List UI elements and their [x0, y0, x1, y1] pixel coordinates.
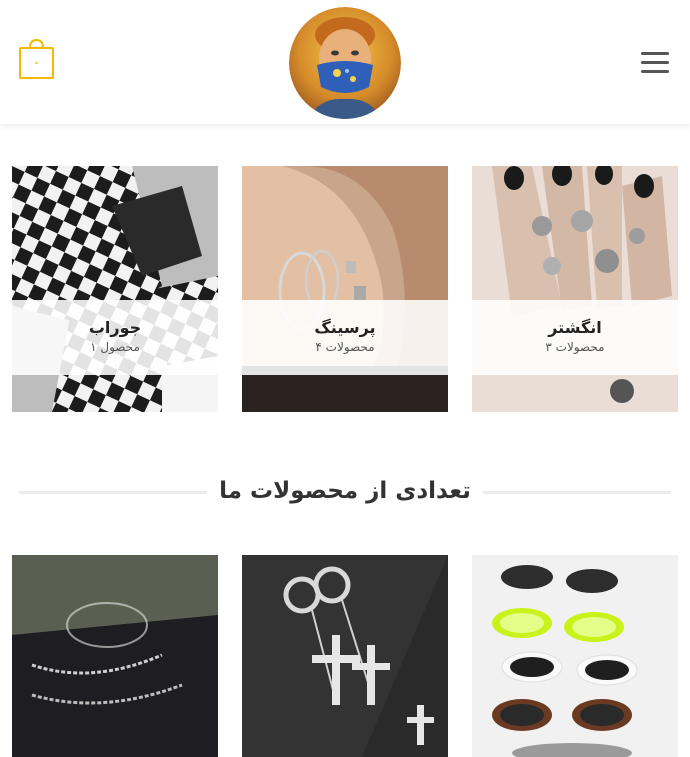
category-count: ۳ محصولات — [545, 340, 605, 354]
category-overlay: جوراب ۱ محصول — [12, 300, 218, 375]
category-card-socks[interactable]: جوراب ۱ محصول — [12, 166, 218, 412]
category-overlay: انگشتر ۳ محصولات — [472, 300, 678, 375]
hamburger-menu-icon[interactable] — [641, 52, 669, 74]
product-image-chain — [12, 555, 218, 757]
category-card-rings[interactable]: انگشتر ۳ محصولات — [472, 166, 678, 412]
cart-count-badge: ۰ — [33, 56, 40, 69]
site-logo[interactable] — [289, 7, 401, 119]
section-heading: تعدادی از محصولات ما — [19, 468, 671, 516]
product-card-cross-earrings[interactable] — [242, 555, 448, 757]
category-count: ۱ محصول — [90, 340, 140, 354]
category-image-socks — [12, 166, 218, 412]
product-image-cross-earrings — [242, 555, 448, 757]
category-image-rings — [472, 166, 678, 412]
category-overlay: پرسینگ ۴ محصولات — [242, 300, 448, 375]
product-card-chain[interactable] — [12, 555, 218, 757]
category-card-piercing[interactable]: پرسینگ ۴ محصولات — [242, 166, 448, 412]
shopping-bag-icon[interactable]: ۰ — [19, 38, 54, 80]
section-title: تعدادی از محصولات ما — [219, 478, 471, 504]
product-card-sunglasses[interactable] — [472, 555, 678, 757]
category-title: جوراب — [88, 318, 142, 337]
category-title: انگشتر — [548, 318, 602, 337]
category-image-piercing — [242, 166, 448, 412]
site-header: ۰ — [0, 0, 690, 124]
product-image-sunglasses — [472, 555, 678, 757]
category-title: پرسینگ — [314, 318, 376, 337]
category-count: ۴ محصولات — [315, 340, 375, 354]
